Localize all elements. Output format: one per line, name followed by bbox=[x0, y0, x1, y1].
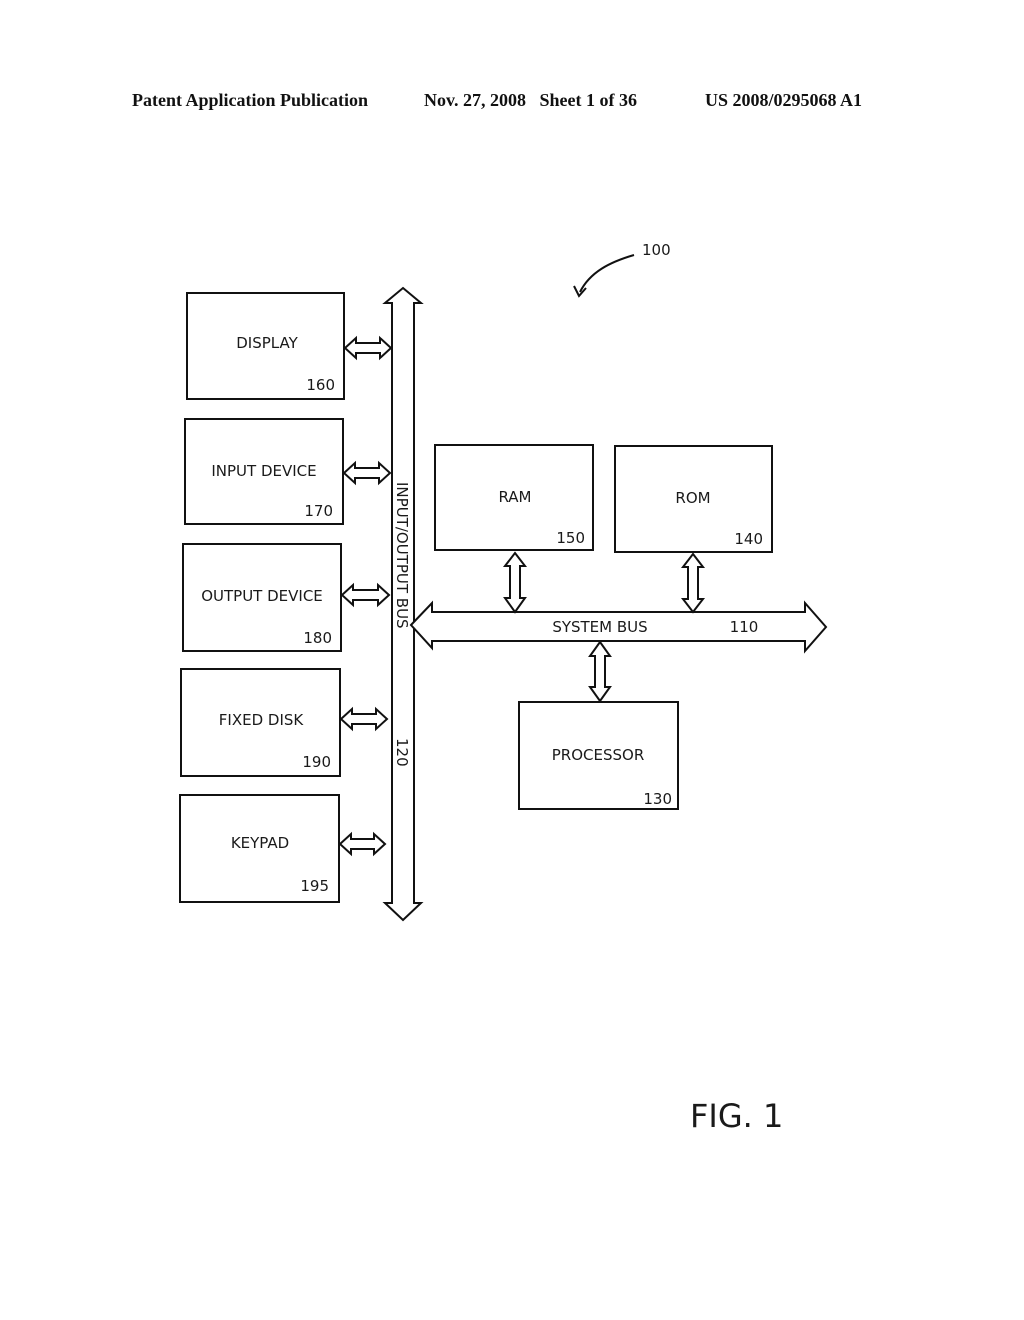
system-bus-label: SYSTEM BUS bbox=[552, 618, 647, 636]
reference-arrow bbox=[579, 254, 635, 293]
input-device-label: INPUT DEVICE bbox=[211, 462, 316, 480]
io-bus-ref: 120 bbox=[393, 738, 411, 767]
output-device-label: OUTPUT DEVICE bbox=[201, 587, 323, 605]
display-connector-arrow bbox=[343, 335, 393, 361]
figure-caption: FIG. 1 bbox=[690, 1097, 783, 1135]
output-device-connector-arrow bbox=[340, 582, 391, 608]
keypad-label: KEYPAD bbox=[231, 834, 289, 852]
ram-label: RAM bbox=[498, 488, 531, 506]
processor-label: PROCESSOR bbox=[552, 746, 645, 764]
rom-label: ROM bbox=[675, 489, 710, 507]
ram-ref: 150 bbox=[556, 529, 585, 547]
display-label: DISPLAY bbox=[236, 334, 298, 352]
display-ref: 160 bbox=[306, 376, 335, 394]
processor-connector-arrow bbox=[588, 640, 612, 703]
system-bus-ref: 110 bbox=[730, 618, 759, 636]
processor-ref: 130 bbox=[643, 790, 672, 808]
keypad-ref: 195 bbox=[300, 877, 329, 895]
fixed-disk-connector-arrow bbox=[339, 706, 389, 732]
fixed-disk-ref: 190 bbox=[302, 753, 331, 771]
block-diagram: 100 DISPLAY 160 INPUT DEVICE 170 OUTPUT … bbox=[179, 241, 828, 1135]
rom-connector-arrow bbox=[680, 552, 706, 614]
keypad-connector-arrow bbox=[338, 831, 387, 857]
fixed-disk-label: FIXED DISK bbox=[219, 711, 305, 729]
input-device-connector-arrow bbox=[342, 460, 392, 486]
io-bus-label: INPUT/OUTPUT BUS bbox=[393, 482, 411, 629]
figure-ref-label: 100 bbox=[642, 241, 671, 259]
ram-connector-arrow bbox=[502, 551, 528, 614]
rom-ref: 140 bbox=[734, 530, 763, 548]
input-device-ref: 170 bbox=[304, 502, 333, 520]
output-device-ref: 180 bbox=[303, 629, 332, 647]
